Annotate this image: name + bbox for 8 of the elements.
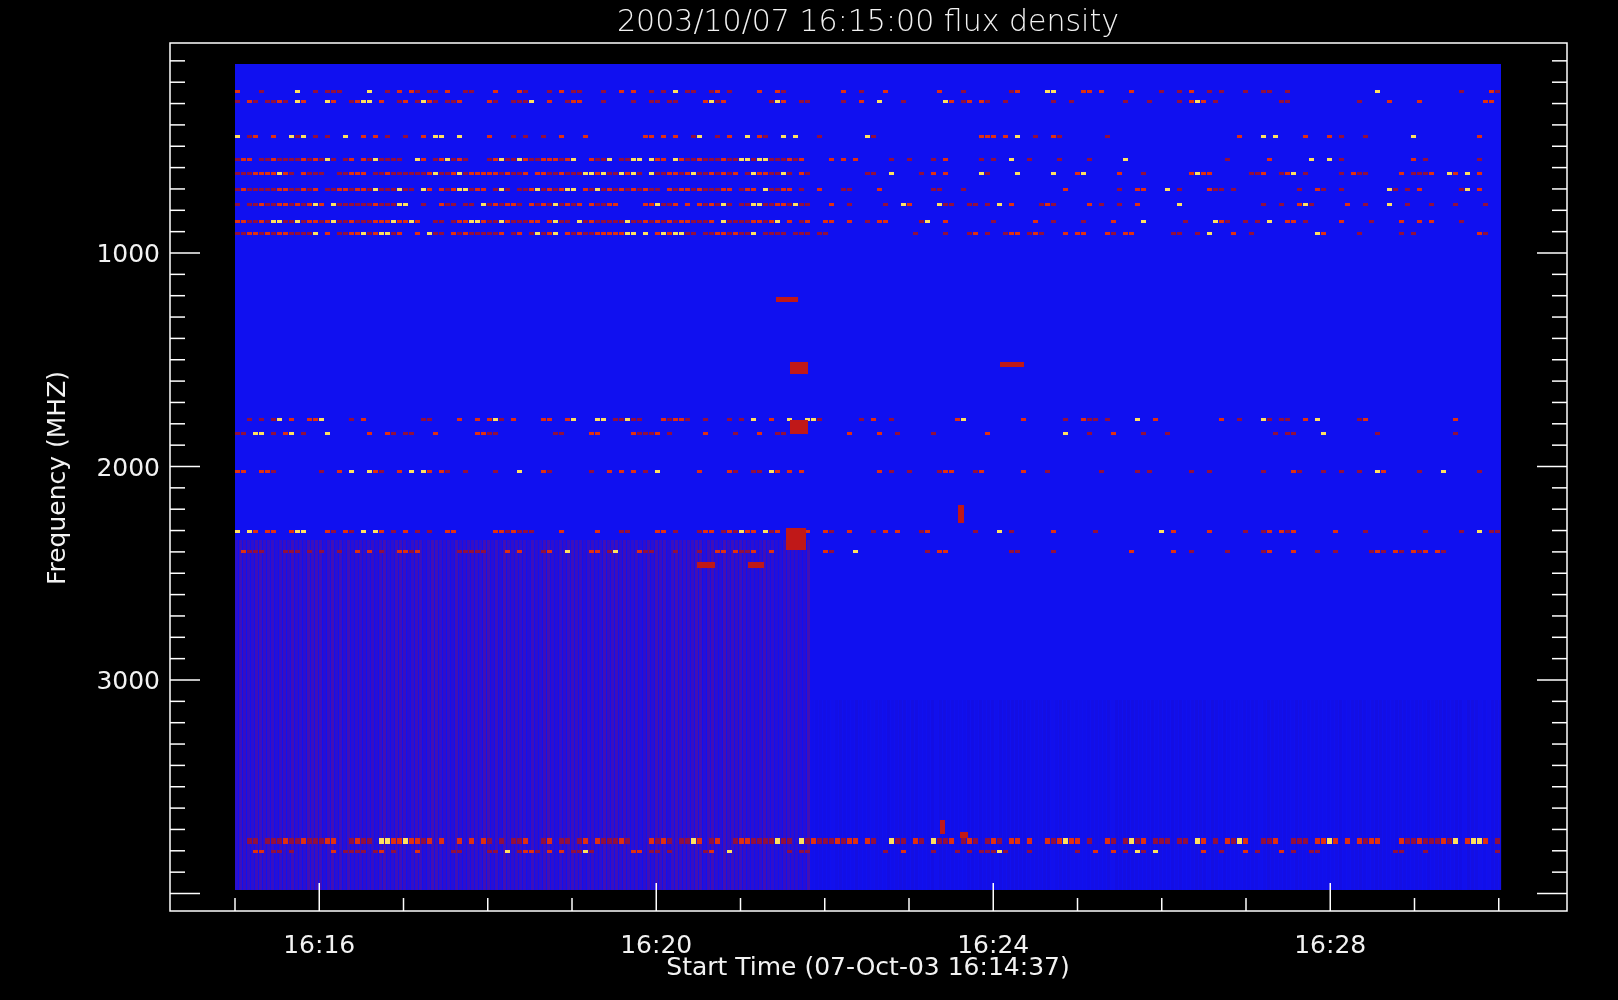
y-tick-label: 1000 bbox=[96, 239, 160, 268]
x-tick-label: 16:28 bbox=[1294, 930, 1367, 959]
y-tick-label: 3000 bbox=[96, 666, 160, 695]
chart-title: 2003/10/07 16:15:00 flux density bbox=[617, 3, 1119, 38]
y-axis-label: Frequency (MHZ) bbox=[42, 370, 71, 586]
y-tick-label: 2000 bbox=[96, 452, 160, 482]
x-axis-label: Start Time (07-Oct-03 16:14:37) bbox=[666, 952, 1070, 981]
x-tick-label: 16:16 bbox=[283, 930, 356, 959]
